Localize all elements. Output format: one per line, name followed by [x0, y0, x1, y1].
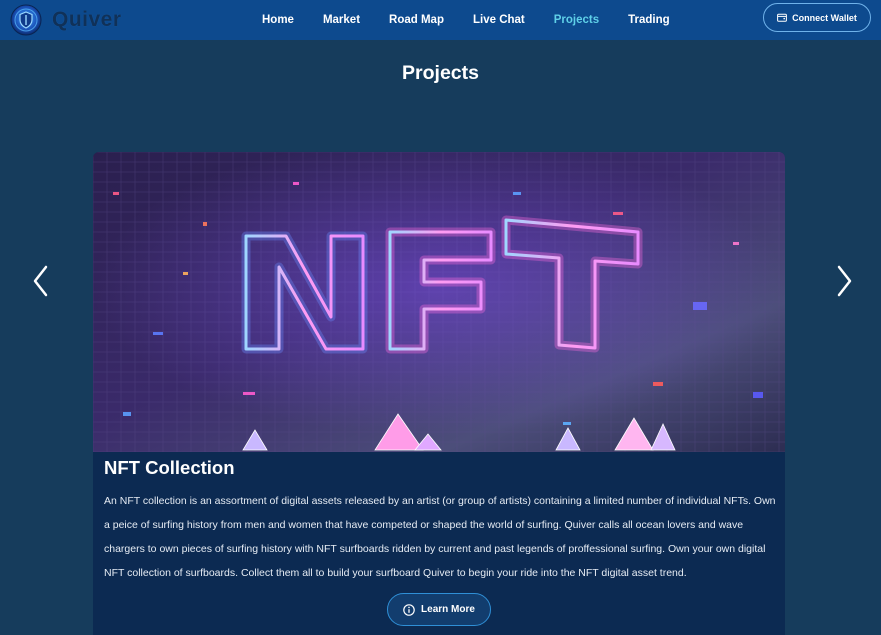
nav-link-market[interactable]: Market — [323, 14, 360, 26]
slide-title: NFT Collection — [104, 457, 235, 478]
wallet-icon — [777, 13, 788, 22]
learn-more-button[interactable]: Learn More — [387, 593, 491, 626]
brand[interactable]: Quiver — [10, 4, 122, 36]
nav-link-home[interactable]: Home — [262, 14, 294, 26]
page-title: Projects — [402, 62, 479, 84]
chevron-left-icon[interactable] — [28, 264, 54, 298]
nav-link-live-chat[interactable]: Live Chat — [473, 14, 525, 26]
nav-link-projects[interactable]: Projects — [554, 14, 599, 26]
project-slide-card: NFT Collection An NFT collection is an a… — [93, 152, 785, 635]
nav-link-road-map[interactable]: Road Map — [389, 14, 444, 26]
top-navbar: Quiver Home Market Road Map Live Chat Pr… — [0, 0, 881, 40]
chevron-right-icon[interactable] — [831, 264, 857, 298]
main-menu: Home Market Road Map Live Chat Projects … — [262, 0, 699, 40]
slide-description: An NFT collection is an assortment of di… — [104, 495, 776, 579]
brand-name: Quiver — [52, 8, 122, 31]
connect-wallet-button[interactable]: Connect Wallet — [763, 3, 871, 32]
shield-logo-icon — [10, 4, 42, 36]
connect-wallet-label: Connect Wallet — [792, 12, 857, 23]
info-circle-icon — [403, 603, 415, 616]
nav-link-trading[interactable]: Trading — [628, 14, 670, 26]
nft-hero-image — [93, 152, 785, 452]
learn-more-label: Learn More — [421, 604, 475, 615]
